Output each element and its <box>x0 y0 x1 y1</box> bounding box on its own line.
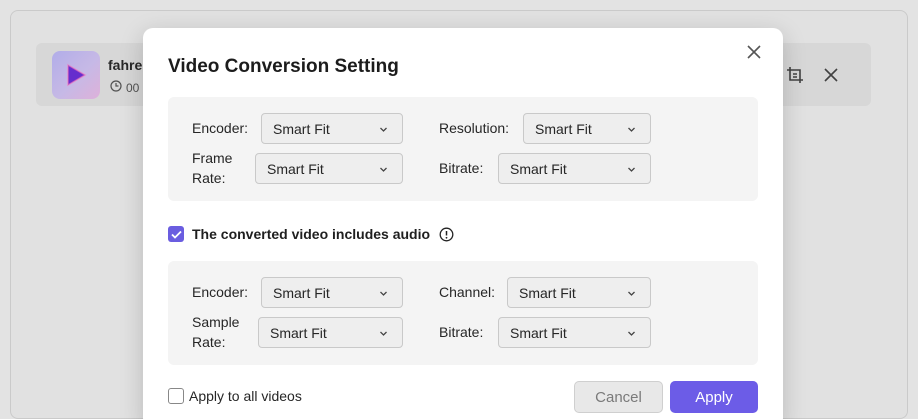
audio-bitrate-value: Smart Fit <box>510 324 567 341</box>
include-audio-row: The converted video includes audio <box>168 226 454 242</box>
video-bitrate-value: Smart Fit <box>510 160 567 177</box>
sample-rate-label-line1: Sample <box>192 314 240 330</box>
dialog-close-button[interactable] <box>743 43 765 65</box>
frame-rate-select[interactable]: Smart Fit <box>255 153 403 184</box>
frame-rate-label-line2: Rate: <box>192 170 226 186</box>
chevron-down-icon <box>380 331 387 336</box>
chevron-down-icon <box>628 167 635 172</box>
video-bitrate-select[interactable]: Smart Fit <box>498 153 651 184</box>
sample-rate-label-line2: Rate: <box>192 334 226 350</box>
chevron-down-icon <box>380 291 387 296</box>
chevron-down-icon <box>628 291 635 296</box>
checkmark-icon <box>170 230 182 239</box>
frame-rate-label-line1: Frame <box>192 150 233 166</box>
video-encoder-value: Smart Fit <box>273 120 330 137</box>
info-icon[interactable] <box>439 227 454 242</box>
resolution-label: Resolution: <box>439 120 510 136</box>
audio-bitrate-label: Bitrate: <box>439 324 484 340</box>
frame-rate-label: Frame Rate: <box>192 148 232 188</box>
channel-select[interactable]: Smart Fit <box>507 277 651 308</box>
chevron-down-icon <box>628 127 635 132</box>
resolution-select[interactable]: Smart Fit <box>523 113 651 144</box>
apply-all-checkbox[interactable] <box>168 388 184 404</box>
audio-encoder-label: Encoder: <box>192 284 249 300</box>
chevron-down-icon <box>628 331 635 336</box>
dialog-title: Video Conversion Setting <box>168 56 399 77</box>
chevron-down-icon <box>380 167 387 172</box>
video-conversion-dialog: Video Conversion Setting Encoder: Smart … <box>143 28 783 419</box>
video-encoder-label: Encoder: <box>192 120 249 136</box>
sample-rate-value: Smart Fit <box>270 324 327 341</box>
chevron-down-icon <box>380 127 387 132</box>
audio-encoder-select[interactable]: Smart Fit <box>261 277 403 308</box>
audio-settings-group: Encoder: Smart Fit Channel: Smart Fit Sa… <box>168 261 758 365</box>
video-encoder-select[interactable]: Smart Fit <box>261 113 403 144</box>
include-audio-label: The converted video includes audio <box>192 226 431 242</box>
apply-all-label[interactable]: Apply to all videos <box>189 388 302 404</box>
include-audio-checkbox[interactable] <box>168 226 184 242</box>
apply-button[interactable]: Apply <box>670 381 758 413</box>
channel-value: Smart Fit <box>519 284 576 301</box>
audio-encoder-value: Smart Fit <box>273 284 330 301</box>
sample-rate-select[interactable]: Smart Fit <box>258 317 403 348</box>
resolution-value: Smart Fit <box>535 120 592 137</box>
video-bitrate-label: Bitrate: <box>439 160 484 176</box>
sample-rate-label: Sample Rate: <box>192 312 239 352</box>
cancel-button[interactable]: Cancel <box>574 381 663 413</box>
channel-label: Channel: <box>439 284 496 300</box>
close-icon <box>747 44 761 64</box>
audio-bitrate-select[interactable]: Smart Fit <box>498 317 651 348</box>
video-settings-group: Encoder: Smart Fit Resolution: Smart Fit… <box>168 97 758 201</box>
apply-all-row: Apply to all videos <box>168 388 302 404</box>
frame-rate-value: Smart Fit <box>267 160 324 177</box>
